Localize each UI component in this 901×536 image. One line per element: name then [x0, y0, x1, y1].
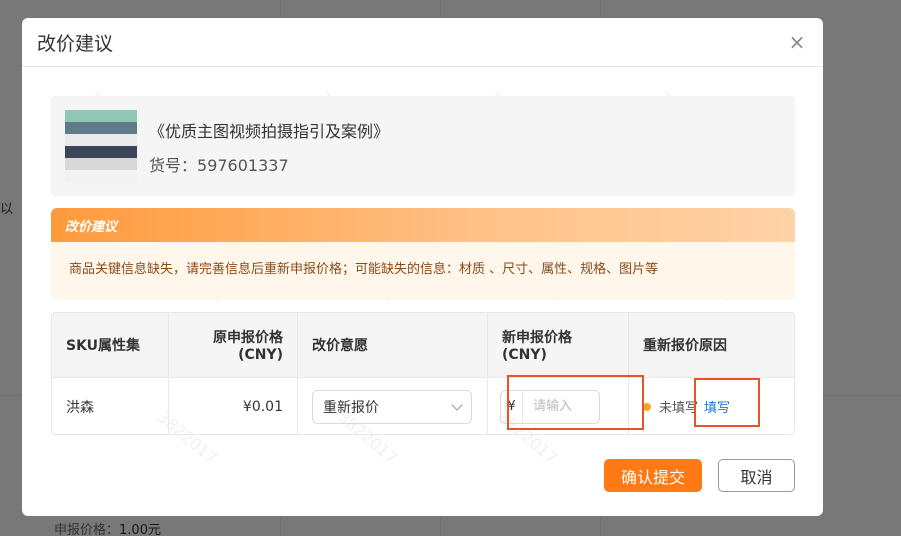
- header-intent: 改价意愿: [298, 313, 488, 377]
- chevron-down-icon: [451, 398, 463, 411]
- sku-price-table: SKU属性集 原申报价格 (CNY) 改价意愿 新申报价格 (CNY) 重新报价原因…: [51, 312, 795, 435]
- suggestion-title: 改价建议: [65, 219, 118, 235]
- cancel-button[interactable]: 取消: [718, 459, 795, 492]
- dialog-title: 改价建议: [37, 32, 114, 55]
- product-card: 《优质主图视频拍摄指引及案例》 货号：597601337: [51, 96, 795, 196]
- reason-status: 未填写: [659, 401, 699, 416]
- product-sku: 货号：597601337: [149, 156, 289, 175]
- table-header-row: SKU属性集 原申报价格 (CNY) 改价意愿 新申报价格 (CNY) 重新报价原因: [52, 313, 794, 378]
- header-sku-attr: SKU属性集: [52, 313, 169, 377]
- header-reason: 重新报价原因: [643, 338, 727, 354]
- intent-select[interactable]: 重新报价: [312, 389, 472, 424]
- intent-select-value: 重新报价: [323, 399, 379, 416]
- suggestion-panel: 改价建议 商品关键信息缺失，请完善信息后重新申报价格；可能缺失的信息：材质 、尺…: [51, 208, 795, 300]
- suggestion-text: 商品关键信息缺失，请完善信息后重新申报价格；可能缺失的信息：材质 、尺寸、属性、…: [69, 262, 659, 277]
- suggestion-header: 改价建议: [51, 208, 795, 242]
- product-name: 《优质主图视频拍摄指引及案例》: [149, 122, 390, 141]
- highlight-new-price: [507, 375, 644, 430]
- table-row: 洪森 ¥0.01 重新报价 ¥ 未填写 填写: [52, 378, 794, 434]
- highlight-fill-link: [694, 378, 760, 427]
- dialog-header: 改价建议 ×: [22, 18, 823, 67]
- confirm-submit-button[interactable]: 确认提交: [604, 459, 702, 492]
- cell-intent: 重新报价: [298, 378, 488, 434]
- cell-orig-price: ¥0.01: [169, 378, 298, 434]
- cell-sku-attr: 洪森: [52, 378, 169, 434]
- price-suggestion-dialog: 改价建议 × 3822017 3822017 3822017 3822017 3…: [22, 18, 823, 516]
- close-icon[interactable]: ×: [786, 30, 808, 54]
- header-orig-price: 原申报价格 (CNY): [169, 313, 298, 377]
- status-dot-icon: [643, 402, 651, 411]
- header-new-price: 新申报价格 (CNY): [488, 313, 629, 377]
- product-thumbnail[interactable]: [65, 110, 137, 182]
